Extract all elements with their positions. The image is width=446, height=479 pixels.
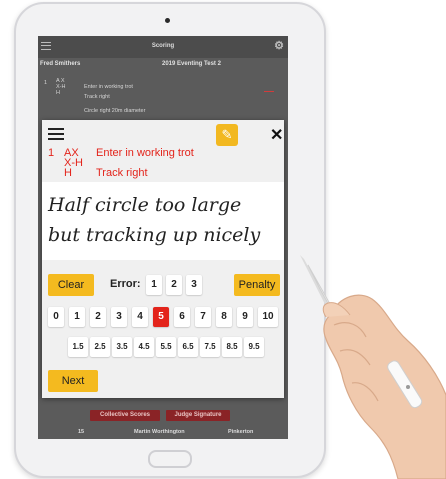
close-icon[interactable]: ✕ <box>270 125 283 145</box>
eraser-icon[interactable]: ✎ <box>216 124 238 146</box>
score-0[interactable]: 0 <box>48 307 64 327</box>
camera-icon <box>165 18 170 23</box>
score-3[interactable]: 3 <box>111 307 127 327</box>
app-header: Scoring ⚙ <box>38 36 288 58</box>
score-9[interactable]: 9 <box>237 307 253 327</box>
handwritten-line-2: but tracking up nicely <box>48 224 261 246</box>
clear-button[interactable]: Clear <box>48 274 94 296</box>
scoring-dialog: ✎ ✕ 1 AX X-H H Enter in working trot Tra… <box>42 120 284 398</box>
row-score-empty: — <box>264 86 274 97</box>
background-row-2: Circle right 20m diameter <box>84 108 146 114</box>
score-8[interactable]: 8 <box>216 307 232 327</box>
score-1-5[interactable]: 1.5 <box>68 337 88 357</box>
dialog-header: ✎ ✕ 1 AX X-H H Enter in working trot Tra… <box>42 120 284 182</box>
score-1[interactable]: 1 <box>69 307 85 327</box>
score-7-5[interactable]: 7.5 <box>200 337 220 357</box>
error-option-1[interactable]: 1 <box>146 275 162 295</box>
score-4[interactable]: 4 <box>132 307 148 327</box>
test-header: Fred Smithers 2019 Eventing Test 2 <box>38 60 288 70</box>
menu-icon[interactable] <box>48 128 64 140</box>
tablet-screen: Scoring ⚙ Fred Smithers 2019 Eventing Te… <box>38 36 288 439</box>
movement-description-2: Track right <box>96 167 148 179</box>
handwritten-line-1: Half circle too large <box>48 194 242 216</box>
score-5-5[interactable]: 5.5 <box>156 337 176 357</box>
score-6-5[interactable]: 6.5 <box>178 337 198 357</box>
row-marks: A X X-H H <box>56 78 66 96</box>
footer-number: 15 <box>78 429 85 435</box>
error-label: Error: <box>110 278 141 290</box>
footer-place: Pinkerton <box>228 429 254 435</box>
movement-mark-3: H <box>64 167 72 179</box>
movement-description-1: Enter in working trot <box>96 147 194 159</box>
score-2-5[interactable]: 2.5 <box>90 337 110 357</box>
score-4-5[interactable]: 4.5 <box>134 337 154 357</box>
row-number: 1 <box>44 80 48 86</box>
judge-signature-button[interactable]: Judge Signature <box>166 410 230 421</box>
penalty-button[interactable]: Penalty <box>234 274 280 296</box>
hand-with-stylus <box>300 255 446 479</box>
handwriting-area[interactable]: Half circle too large but tracking up ni… <box>42 182 284 260</box>
score-2[interactable]: 2 <box>90 307 106 327</box>
score-8-5[interactable]: 8.5 <box>222 337 242 357</box>
score-3-5[interactable]: 3.5 <box>112 337 132 357</box>
home-button[interactable] <box>148 450 192 468</box>
test-name: 2019 Eventing Test 2 <box>162 61 221 67</box>
score-9-5[interactable]: 9.5 <box>244 337 264 357</box>
score-7[interactable]: 7 <box>195 307 211 327</box>
score-controls: Clear Error: 1 2 3 Penalty 0 1 2 3 4 5 6… <box>42 260 284 398</box>
footer-judge: Martin Worthington <box>134 429 185 435</box>
score-10[interactable]: 10 <box>258 307 278 327</box>
next-button[interactable]: Next <box>48 370 98 392</box>
row-description: Enter in working trot Track right <box>84 84 133 100</box>
error-option-3[interactable]: 3 <box>186 275 202 295</box>
background-row[interactable]: 1 A X X-H H Enter in working trot Track … <box>38 76 288 110</box>
score-6[interactable]: 6 <box>174 307 190 327</box>
settings-icon[interactable]: ⚙ <box>274 39 284 52</box>
rider-name: Fred Smithers <box>40 61 81 67</box>
movement-number: 1 <box>48 147 55 159</box>
app-title: Scoring <box>151 43 175 49</box>
collective-scores-button[interactable]: Collective Scores <box>90 410 160 421</box>
score-5-selected[interactable]: 5 <box>153 307 169 327</box>
error-option-2[interactable]: 2 <box>166 275 182 295</box>
